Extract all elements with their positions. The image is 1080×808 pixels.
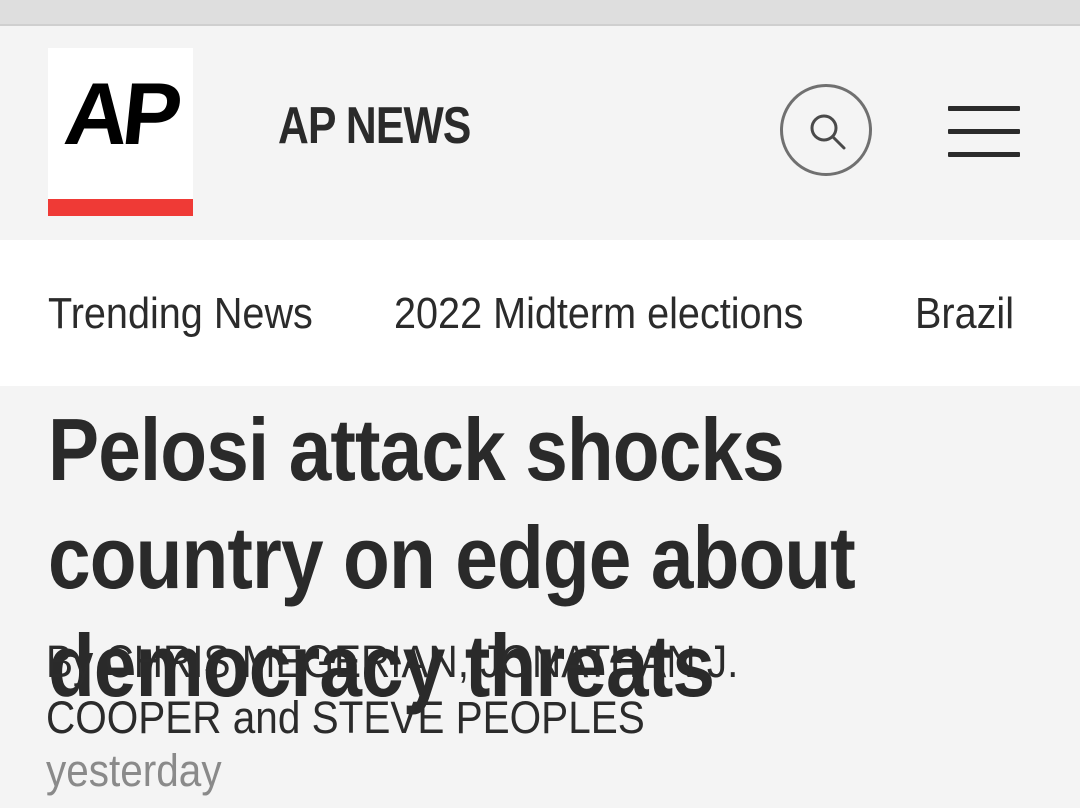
ap-logo[interactable]: AP xyxy=(48,48,193,216)
site-header: AP AP NEWS xyxy=(0,26,1080,240)
search-icon xyxy=(810,114,846,150)
article-byline: By CHRIS MEGERIAN, JONATHAN J. COOPER an… xyxy=(46,636,739,743)
trending-nav: Trending News 2022 Midterm elections Bra… xyxy=(0,240,1080,386)
hamburger-menu-icon xyxy=(948,129,1020,134)
logo-text: AP xyxy=(60,64,181,163)
browser-top-strip xyxy=(0,0,1080,26)
article-timestamp: yesterday xyxy=(46,745,222,796)
nav-item-brazil[interactable]: Brazil xyxy=(915,292,1014,336)
hamburger-menu-icon xyxy=(948,152,1020,157)
logo-red-bar xyxy=(48,199,193,216)
search-button[interactable] xyxy=(780,84,872,176)
menu-button[interactable] xyxy=(948,102,1020,160)
hamburger-menu-icon xyxy=(948,106,1020,111)
nav-item-trending-news[interactable]: Trending News xyxy=(48,292,313,336)
nav-item-midterm-elections[interactable]: 2022 Midterm elections xyxy=(394,292,803,336)
brand-name[interactable]: AP NEWS xyxy=(278,100,471,152)
